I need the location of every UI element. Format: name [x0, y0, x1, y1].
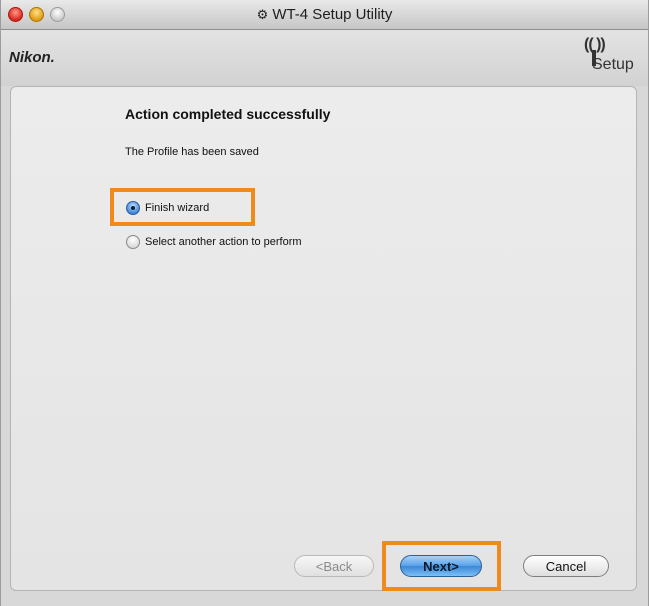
window: ⚙ WT-4 Setup Utility Nikon. (( )) Setup A… — [0, 0, 649, 606]
window-title-text: WT-4 Setup Utility — [272, 6, 393, 23]
title-bar[interactable]: ⚙ WT-4 Setup Utility — [1, 0, 648, 30]
select-another-action-option[interactable]: Select another action to perform — [126, 233, 302, 251]
select-another-action-label[interactable]: Select another action to perform — [145, 236, 302, 248]
setup-logo-text: Setup — [592, 56, 634, 73]
content-panel — [10, 86, 637, 591]
status-message: The Profile has been saved — [125, 146, 259, 158]
radio-unselected-icon[interactable] — [126, 235, 140, 249]
back-button[interactable]: <Back — [294, 555, 374, 577]
window-title: ⚙ WT-4 Setup Utility — [1, 6, 648, 23]
wireless-tower-icon: (( )) Setup — [576, 36, 636, 80]
cancel-button[interactable]: Cancel — [523, 555, 609, 577]
finish-wizard-highlight — [110, 188, 255, 226]
next-button-highlight — [382, 541, 501, 591]
brand-logo: Nikon. — [9, 49, 55, 66]
app-icon: ⚙ — [256, 7, 269, 22]
header: Nikon. (( )) Setup — [1, 30, 648, 86]
page-heading: Action completed successfully — [125, 106, 331, 122]
